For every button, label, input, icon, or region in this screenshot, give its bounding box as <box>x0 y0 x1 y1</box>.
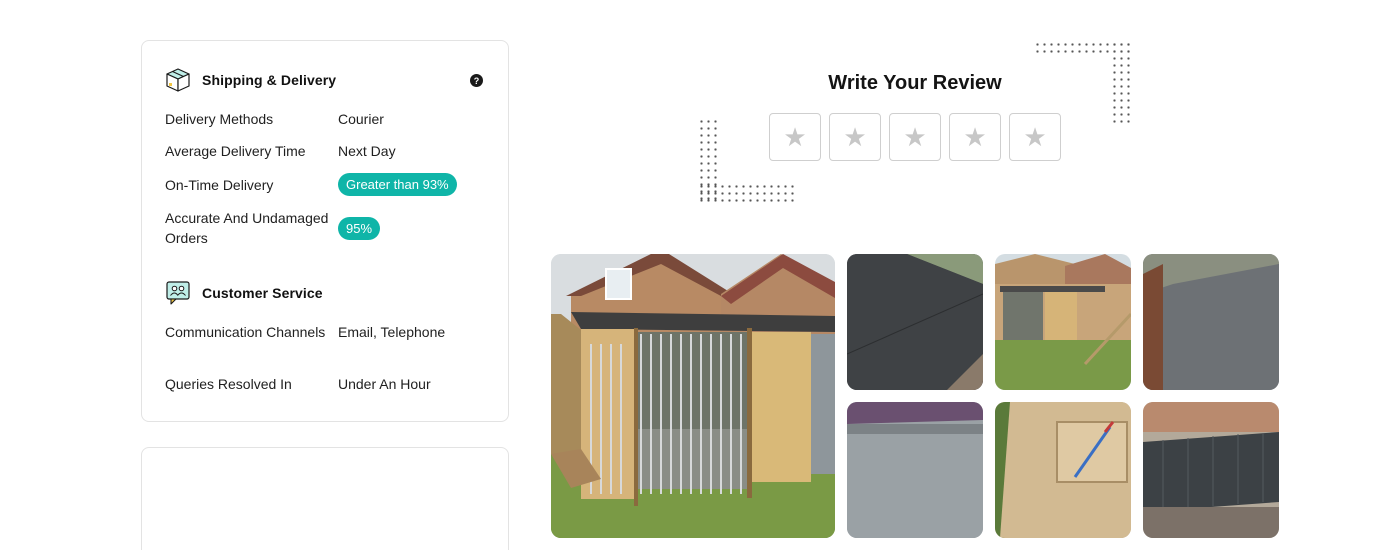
gallery-photo-5[interactable] <box>847 402 983 538</box>
shipping-row-average-delivery-time: Average Delivery Time Next Day <box>165 141 495 161</box>
row-value: Courier <box>338 111 384 127</box>
star-2-button[interactable]: ★ <box>829 113 881 161</box>
shipping-row-delivery-methods: Delivery Methods Courier <box>165 109 495 129</box>
customer-service-section-header: Customer Service <box>165 280 323 306</box>
row-label: Delivery Methods <box>165 111 274 127</box>
star-icon: ★ <box>783 121 807 152</box>
gallery-photo-7[interactable] <box>1143 402 1279 538</box>
row-label: Communication Channels <box>165 324 326 340</box>
star-4-button[interactable]: ★ <box>949 113 1001 161</box>
status-badge: Greater than 93% <box>338 173 457 196</box>
gallery-photo-3[interactable] <box>995 254 1131 390</box>
row-value: Under An Hour <box>338 376 431 392</box>
star-5-button[interactable]: ★ <box>1009 113 1061 161</box>
decorative-dots <box>698 183 796 202</box>
star-icon: ★ <box>1023 121 1047 152</box>
row-value: Next Day <box>338 143 396 159</box>
customer-service-title: Customer Service <box>202 285 323 301</box>
row-label: Accurate And Undamaged Orders <box>165 210 329 246</box>
shipping-row-on-time-delivery: On-Time Delivery Greater than 93% <box>165 173 495 196</box>
page: Shipping & Delivery ? Delivery Methods C… <box>0 0 1381 550</box>
shipping-section-header: Shipping & Delivery <box>165 67 336 93</box>
box-icon <box>165 67 191 93</box>
gallery-photo-main[interactable] <box>551 254 835 538</box>
row-label: Queries Resolved In <box>165 376 292 392</box>
secondary-card <box>141 447 509 550</box>
seller-info-card: Shipping & Delivery ? Delivery Methods C… <box>141 40 509 422</box>
star-1-button[interactable]: ★ <box>769 113 821 161</box>
shipping-row-accurate-orders: Accurate And Undamaged Orders 95% <box>165 208 495 248</box>
gallery-photo-6[interactable] <box>995 402 1131 538</box>
question-circle-icon[interactable]: ? <box>470 74 483 87</box>
cs-row-communication-channels: Communication Channels Email, Telephone <box>165 322 495 342</box>
row-value: Email, Telephone <box>338 324 446 340</box>
review-title: Write Your Review <box>828 72 1002 94</box>
status-badge: 95% <box>338 216 381 240</box>
row-label: On-Time Delivery <box>165 176 274 193</box>
gallery-photo-2[interactable] <box>847 254 983 390</box>
shipping-title: Shipping & Delivery <box>202 72 337 88</box>
row-label: Average Delivery Time <box>165 143 306 159</box>
star-rating: ★ ★ ★ ★ ★ <box>769 113 1061 161</box>
star-icon: ★ <box>843 121 867 152</box>
gallery-photo-4[interactable] <box>1143 254 1279 390</box>
cs-row-queries-resolved: Queries Resolved In Under An Hour <box>165 374 495 394</box>
chat-people-icon <box>165 280 191 306</box>
star-3-button[interactable]: ★ <box>889 113 941 161</box>
star-icon: ★ <box>963 121 987 152</box>
decorative-dots <box>1111 41 1132 125</box>
star-icon: ★ <box>903 121 927 152</box>
